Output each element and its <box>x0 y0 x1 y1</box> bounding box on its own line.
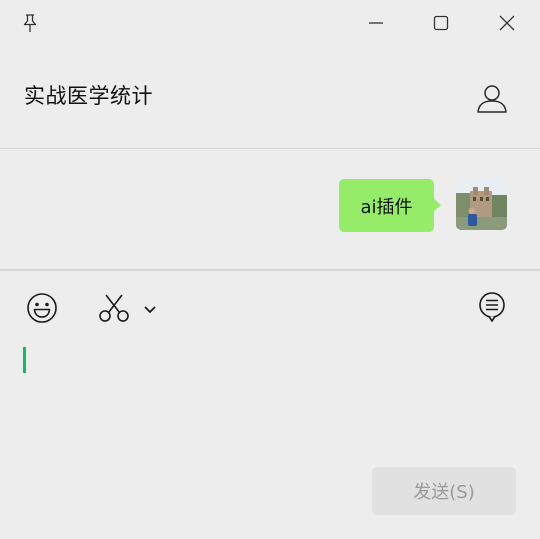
message-text: ai插件 <box>360 196 413 218</box>
chat-history-icon <box>479 292 505 322</box>
person-icon <box>477 85 507 113</box>
title-bar <box>0 0 540 48</box>
message-list: ai插件 <box>0 150 540 269</box>
chevron-down-icon <box>144 306 156 314</box>
text-cursor <box>23 347 26 373</box>
scissors-icon <box>99 294 129 322</box>
chat-history-button[interactable] <box>476 290 508 326</box>
message-bubble[interactable]: ai插件 <box>339 179 441 232</box>
minimize-button[interactable] <box>356 8 396 38</box>
close-icon <box>499 15 515 31</box>
maximize-button[interactable] <box>421 8 461 38</box>
input-toolbar <box>0 271 540 341</box>
maximize-icon <box>433 15 449 31</box>
minimize-icon <box>369 22 383 24</box>
emoji-icon <box>27 293 57 323</box>
pin-icon[interactable] <box>21 13 39 35</box>
send-button[interactable]: 发送(S) <box>372 467 516 515</box>
profile-button[interactable] <box>474 82 510 116</box>
emoji-button[interactable] <box>24 290 60 326</box>
screenshot-options-button[interactable] <box>140 299 160 319</box>
chat-title: 实战医学统计 <box>24 84 153 108</box>
screenshot-button[interactable] <box>98 292 130 324</box>
chat-header: 实战医学统计 <box>0 48 540 149</box>
close-button[interactable] <box>487 8 527 38</box>
avatar[interactable] <box>456 179 507 230</box>
message-input[interactable] <box>0 341 540 461</box>
